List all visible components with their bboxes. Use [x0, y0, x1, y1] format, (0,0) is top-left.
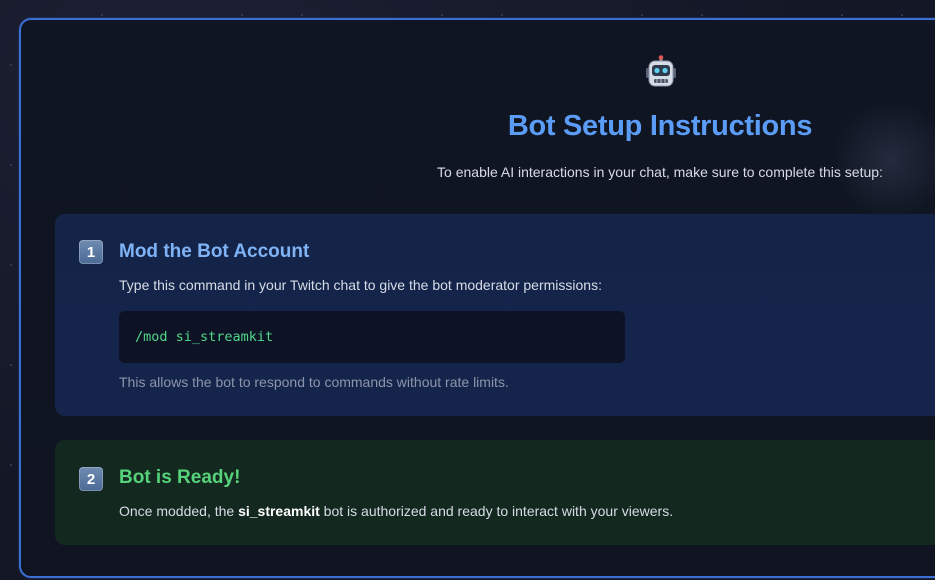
step-number-badge: 2 — [79, 467, 103, 491]
ready-text-before: Once modded, the — [119, 503, 239, 519]
background-star — [441, 14, 443, 16]
background-star — [901, 14, 903, 16]
background-star — [101, 14, 103, 16]
background-star — [10, 64, 12, 66]
step-number-badge: 1 — [79, 240, 103, 264]
page-title: Bot Setup Instructions — [507, 110, 813, 142]
background-star — [10, 464, 12, 466]
command-text[interactable]: /mod si_streamkit — [135, 329, 273, 345]
command-code-block[interactable]: /mod si_streamkit — [119, 311, 625, 363]
setup-panel: Bot Setup Instructions To enable AI inte… — [19, 18, 935, 578]
background-star — [641, 14, 643, 16]
bot-name: si_streamkit — [238, 503, 320, 519]
step-title: Bot is Ready! — [119, 467, 241, 488]
step-title: Mod the Bot Account — [119, 241, 310, 262]
background-star — [241, 14, 243, 16]
background-star — [10, 164, 12, 166]
background-star — [301, 14, 303, 16]
step-description: Type this command in your Twitch chat to… — [119, 277, 602, 293]
step-note: This allows the bot to respond to comman… — [119, 374, 509, 390]
background-star — [841, 14, 843, 16]
ready-text-after: bot is authorized and ready to interact … — [319, 503, 674, 519]
step-description: Once modded, the si_streamkit bot is aut… — [119, 503, 673, 519]
step-card-bot-ready: 2 Bot is Ready! Once modded, the si_stre… — [55, 440, 935, 545]
robot-icon — [643, 54, 679, 90]
background-star — [10, 364, 12, 366]
step-card-mod-bot: 1 Mod the Bot Account Type this command … — [55, 214, 935, 416]
page-subtitle: To enable AI interactions in your chat, … — [437, 164, 883, 180]
background-star — [701, 14, 703, 16]
background-star — [501, 14, 503, 16]
setup-page: Bot Setup Instructions To enable AI inte… — [0, 0, 935, 580]
background-star — [10, 264, 12, 266]
